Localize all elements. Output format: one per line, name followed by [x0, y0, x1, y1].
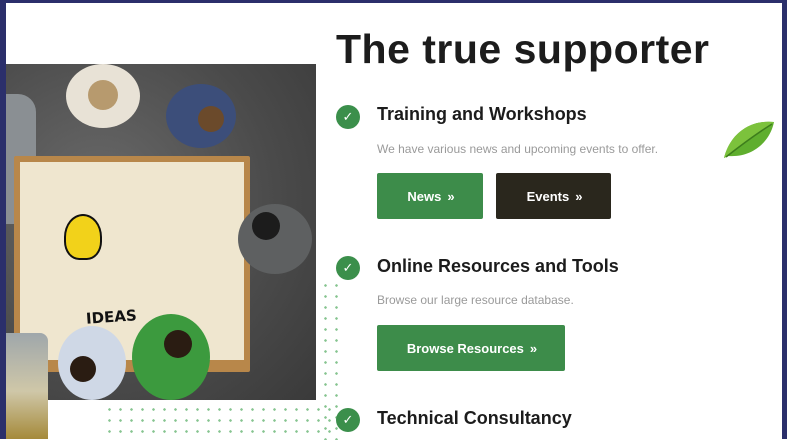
leaf-icon [724, 121, 774, 158]
browse-resources-button-label: Browse Resources [406, 340, 524, 356]
team-brainstorm-photo: IDEAS [6, 64, 316, 400]
double-chevron-right-icon: » [447, 188, 454, 204]
dot-pattern [104, 404, 334, 439]
check-icon: ✓ [336, 105, 360, 129]
ideas-label: IDEAS [85, 306, 138, 328]
section-description-training: We have various news and upcoming events… [377, 142, 659, 156]
section-title-technical-consultancy: Technical Consultancy [377, 408, 572, 428]
paper-sheet [20, 162, 244, 360]
events-button[interactable]: Events » [496, 173, 611, 219]
double-chevron-right-icon: » [575, 188, 582, 204]
page-title: The true supporter [336, 26, 710, 72]
news-button-label: News [407, 188, 442, 204]
section-title-training: Training and Workshops [377, 104, 587, 124]
person-head [198, 106, 224, 132]
section-description-online-resources: Browse our large resource database. [377, 293, 574, 307]
double-chevron-right-icon: » [529, 340, 537, 356]
section-title-online-resources: Online Resources and Tools [377, 256, 619, 276]
events-button-label: Events [526, 188, 570, 204]
person-head [252, 212, 280, 240]
landscape-thumbnail [6, 333, 48, 439]
person-head [164, 330, 192, 358]
browse-resources-button[interactable]: Browse Resources » [377, 325, 565, 371]
lightbulb-icon [64, 214, 102, 260]
check-icon: ✓ [336, 256, 360, 280]
check-icon: ✓ [336, 408, 360, 432]
news-button[interactable]: News » [377, 173, 483, 219]
person-figure [132, 314, 210, 400]
person-head [88, 80, 118, 110]
person-head [70, 356, 96, 382]
